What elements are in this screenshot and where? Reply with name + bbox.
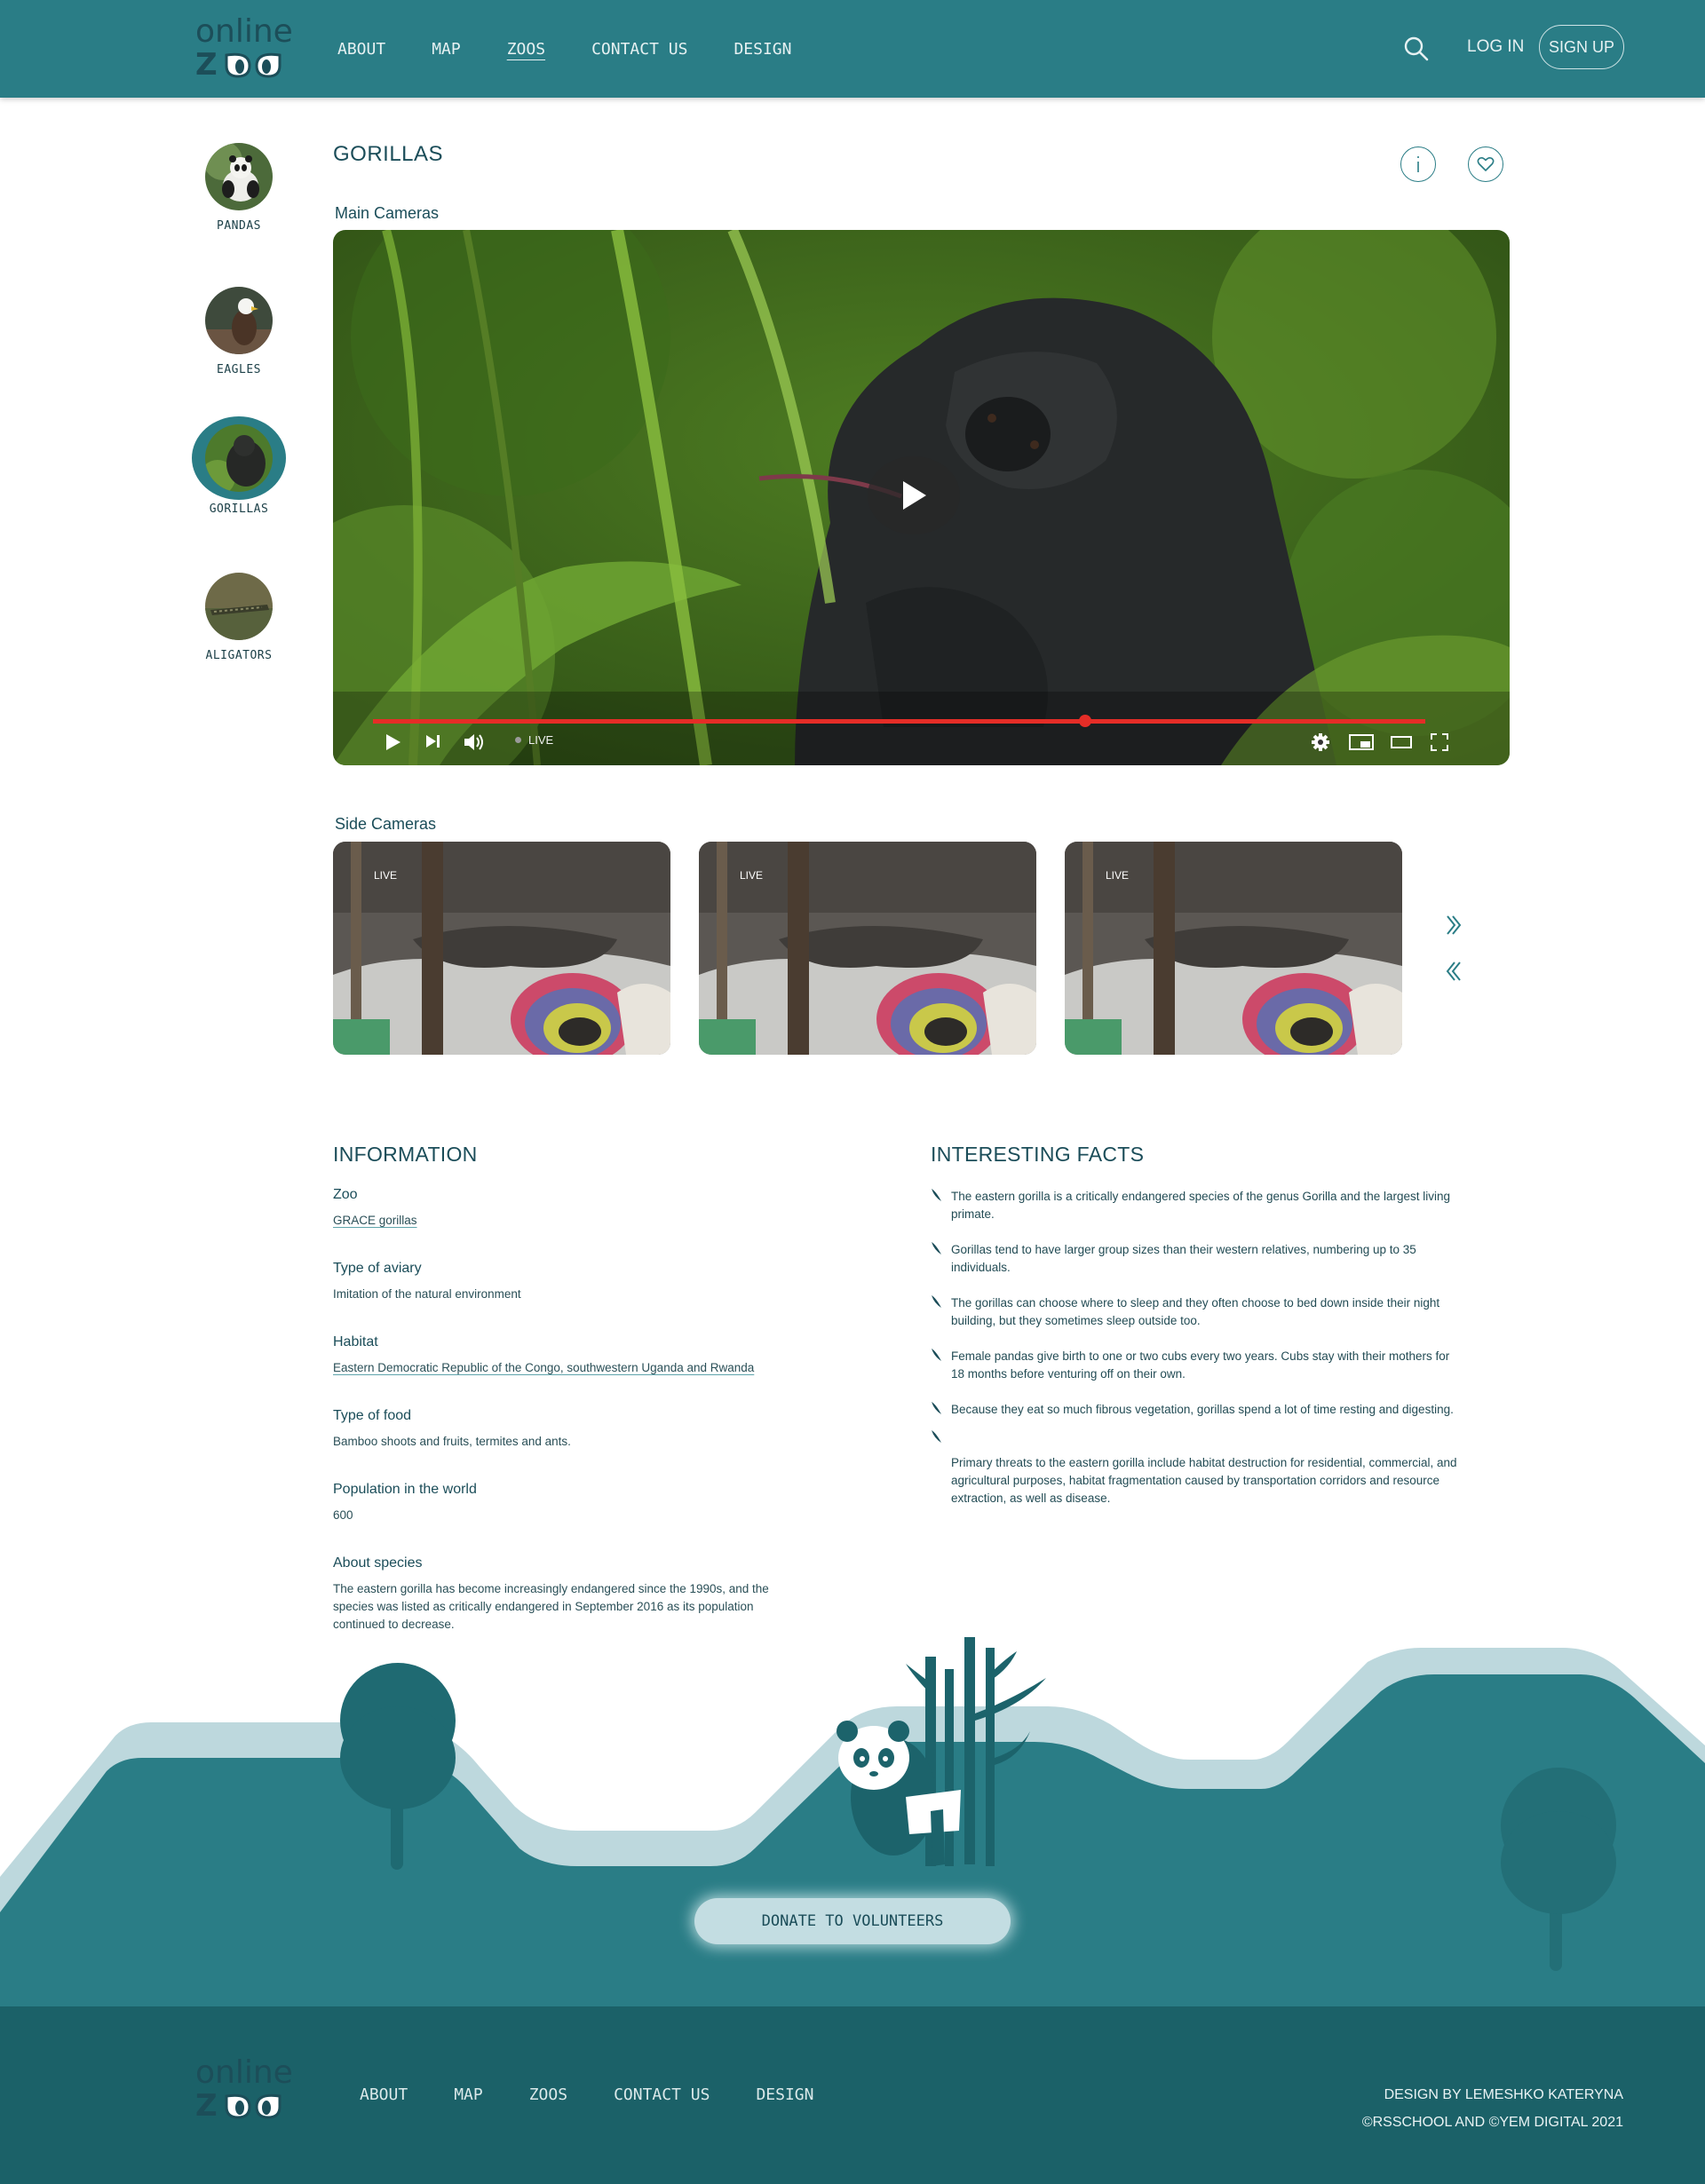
info-button[interactable] — [1400, 146, 1436, 182]
facts-title: INTERESTING FACTS — [931, 1143, 1145, 1166]
eagles-thumbnail — [205, 287, 273, 354]
nav-contact-us[interactable]: CONTACT US — [591, 40, 687, 59]
info-value-aviary: Imitation of the natural environment — [333, 1287, 521, 1301]
play-button[interactable] — [868, 456, 960, 534]
leaf-bullet-icon — [932, 1349, 941, 1361]
nav-map[interactable]: MAP — [432, 40, 461, 59]
info-value-zoo[interactable]: GRACE gorillas — [333, 1212, 417, 1230]
chevron-double-right-icon[interactable] — [1445, 914, 1463, 936]
main-nav: ABOUT MAP ZOOS CONTACT US DESIGN — [337, 0, 837, 98]
info-label-zoo: Zoo — [333, 1187, 358, 1202]
logo-eyes-icon — [225, 2093, 282, 2119]
side-camera-2[interactable]: LIVE — [699, 842, 1036, 1055]
pandas-thumbnail — [205, 143, 273, 210]
login-link[interactable]: LOG IN — [1467, 37, 1524, 57]
info-label-food: Type of food — [333, 1408, 412, 1423]
nav-about[interactable]: ABOUT — [337, 40, 385, 59]
footer-nav-zoos[interactable]: ZOOS — [529, 2085, 567, 2104]
fact-item: Primary threats to the eastern gorilla i… — [951, 1456, 1457, 1505]
settings-gear-icon[interactable] — [1311, 732, 1330, 752]
donate-button[interactable]: DONATE TO VOLUNTEERS — [694, 1898, 1011, 1944]
main-cameras-label: Main Cameras — [335, 204, 440, 222]
landscape-illustration — [0, 1637, 1705, 2008]
sidebar-item-label: PANDAS — [217, 219, 261, 233]
fact-item: The gorillas can choose where to sleep a… — [951, 1296, 1440, 1327]
signup-button[interactable]: SIGN UP — [1539, 25, 1624, 69]
live-label: LIVE — [528, 733, 554, 747]
sidebar-item-label: EAGLES — [217, 363, 261, 376]
fact-item: Because they eat so much fibrous vegetat… — [951, 1403, 1454, 1416]
search-icon[interactable] — [1403, 36, 1430, 62]
live-badge: LIVE — [740, 869, 764, 882]
fact-item: The eastern gorilla is a critically enda… — [951, 1190, 1451, 1221]
nav-zoos[interactable]: ZOOS — [507, 40, 545, 59]
logo-letter: Z — [195, 2088, 218, 2124]
footer-nav-map[interactable]: MAP — [454, 2085, 483, 2104]
side-cameras-label: Side Cameras — [335, 815, 437, 833]
info-value-food: Bamboo shoots and fruits, termites and a… — [333, 1435, 571, 1448]
favorite-button[interactable] — [1468, 146, 1503, 182]
nav-design[interactable]: DESIGN — [734, 40, 791, 59]
footer-logo[interactable]: online Z — [195, 2054, 293, 2124]
footer-nav-about[interactable]: ABOUT — [360, 2085, 408, 2104]
footer-nav-contact-us[interactable]: CONTACT US — [614, 2085, 710, 2104]
copyright: ©RSSCHOOL AND ©YEM DIGITAL 2021 — [1361, 2115, 1623, 2130]
sidebar-item-aligators[interactable]: ALIGATORS — [186, 573, 292, 662]
leaf-bullet-icon — [932, 1430, 941, 1443]
theater-mode-icon[interactable] — [1390, 732, 1413, 752]
main-video-player[interactable]: LIVE — [333, 230, 1510, 765]
footer-nav: ABOUT MAP ZOOS CONTACT US DESIGN — [360, 2085, 860, 2104]
video-progress-bar[interactable] — [373, 719, 1425, 724]
information-title: INFORMATION — [333, 1143, 478, 1166]
next-icon[interactable] — [424, 732, 442, 750]
live-dot-icon — [515, 737, 521, 743]
fact-item: Female pandas give birth to one or two c… — [951, 1349, 1450, 1381]
site-header: online Z ABOUT MAP ZOOS CONTACT US DESIG… — [0, 0, 1705, 98]
info-label-population: Population in the world — [333, 1482, 477, 1497]
page-title: GORILLAS — [333, 142, 444, 166]
volume-icon[interactable] — [463, 732, 486, 752]
info-label-about-species: About species — [333, 1555, 423, 1571]
gorillas-thumbnail — [205, 424, 273, 492]
logo[interactable]: online Z — [195, 13, 293, 83]
info-label-aviary: Type of aviary — [333, 1261, 422, 1276]
leaf-bullet-icon — [932, 1242, 941, 1254]
miniplayer-icon[interactable] — [1348, 732, 1375, 752]
sidebar-item-label: GORILLAS — [209, 502, 269, 516]
logo-text: online — [195, 2054, 293, 2091]
live-badge: LIVE — [1106, 869, 1130, 882]
progress-handle[interactable] — [1079, 715, 1091, 727]
fact-item: Gorillas tend to have larger group sizes… — [951, 1243, 1416, 1274]
leaf-bullet-icon — [932, 1295, 941, 1308]
fullscreen-icon[interactable] — [1430, 732, 1449, 752]
chevron-double-left-icon[interactable] — [1445, 961, 1463, 982]
sidebar-item-gorillas[interactable]: GORILLAS — [186, 416, 292, 516]
play-small-icon[interactable] — [385, 732, 402, 752]
side-camera-1[interactable]: LIVE — [333, 842, 670, 1055]
leaf-bullet-icon — [932, 1189, 941, 1201]
sidebar-item-eagles[interactable]: EAGLES — [186, 287, 292, 376]
active-indicator — [192, 416, 286, 500]
live-indicator: LIVE — [515, 733, 553, 747]
info-value-habitat[interactable]: Eastern Democratic Republic of the Congo… — [333, 1359, 754, 1377]
sidebar-item-label: ALIGATORS — [205, 649, 273, 662]
play-icon — [903, 481, 926, 510]
side-camera-3[interactable]: LIVE — [1065, 842, 1402, 1055]
heart-icon — [1477, 157, 1495, 171]
footer-nav-design[interactable]: DESIGN — [756, 2085, 813, 2104]
sidebar-item-pandas[interactable]: PANDAS — [186, 143, 292, 233]
info-value-population: 600 — [333, 1508, 353, 1522]
logo-eyes-icon — [225, 52, 282, 78]
aligators-thumbnail — [205, 573, 273, 640]
logo-letter: Z — [195, 47, 218, 83]
design-credit: DESIGN BY LEMESHKO KATERYNA — [1384, 2087, 1623, 2102]
live-badge: LIVE — [374, 869, 398, 882]
logo-text: online — [195, 13, 293, 50]
info-label-habitat: Habitat — [333, 1334, 378, 1349]
info-icon — [1417, 156, 1419, 172]
leaf-bullet-icon — [932, 1402, 941, 1414]
